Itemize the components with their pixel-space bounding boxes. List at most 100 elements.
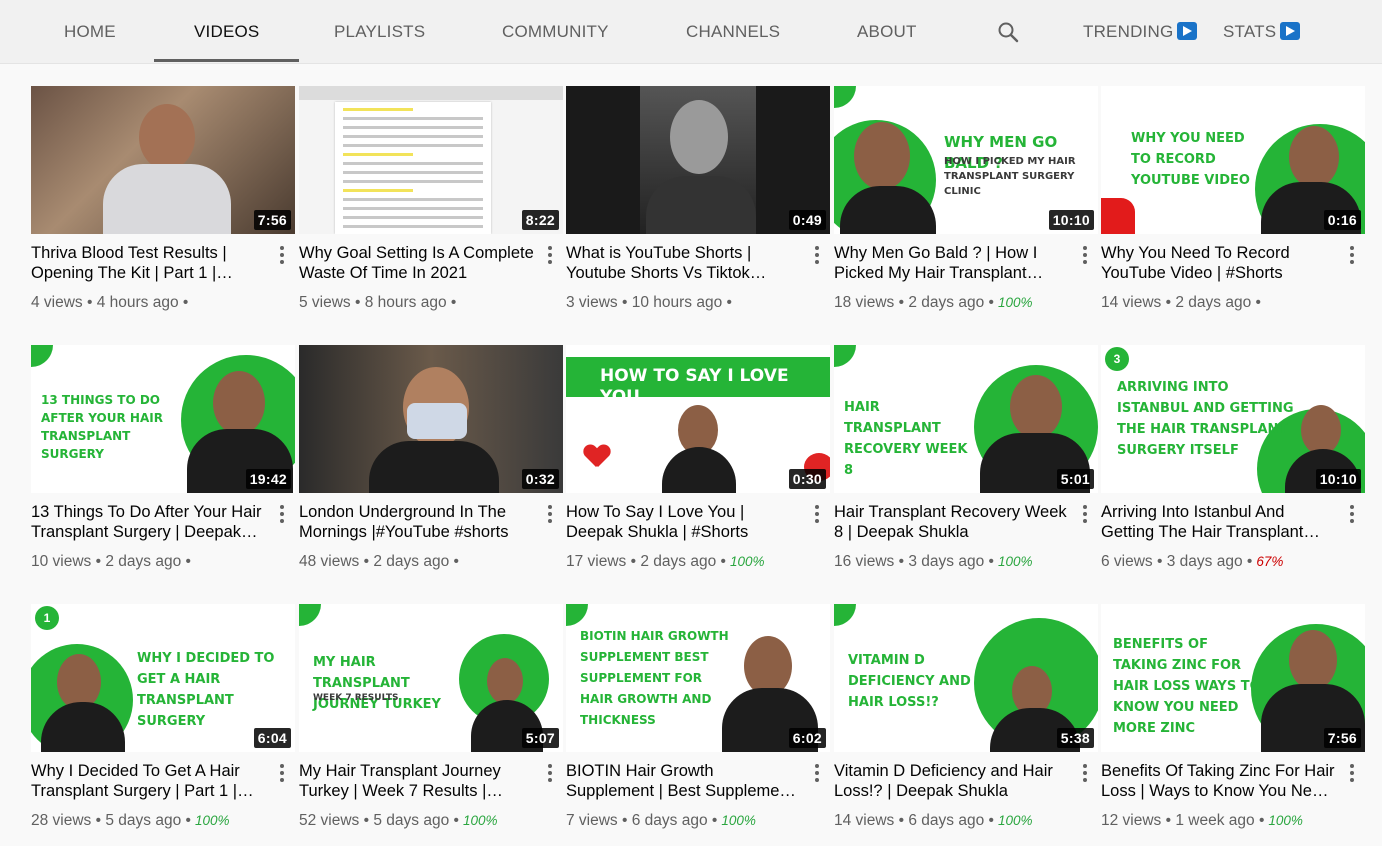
video-card: VITAMIN D DEFICIENCY AND HAIR LOSS!? 5:3… bbox=[834, 604, 1098, 844]
tab-channels[interactable]: CHANNELS bbox=[686, 0, 780, 64]
view-count: 4 views bbox=[31, 294, 83, 311]
more-actions-icon[interactable] bbox=[1078, 762, 1092, 784]
upload-age: 2 days ago bbox=[105, 553, 182, 570]
more-actions-icon[interactable] bbox=[1078, 503, 1092, 525]
video-title[interactable]: My Hair Transplant Journey Turkey | Week… bbox=[299, 761, 535, 801]
like-percent: 100% bbox=[997, 813, 1033, 828]
more-actions-icon[interactable] bbox=[275, 762, 289, 784]
youtube-logo-icon bbox=[1101, 198, 1135, 234]
video-title[interactable]: 13 Things To Do After Your Hair Transpla… bbox=[31, 502, 267, 542]
more-actions-icon[interactable] bbox=[543, 503, 557, 525]
video-card: 8:22 Why Goal Setting Is A Complete Wast… bbox=[299, 86, 563, 326]
tab-playlists[interactable]: PLAYLISTS bbox=[334, 0, 425, 64]
tab-stats[interactable]: STATS bbox=[1223, 0, 1301, 64]
view-count: 14 views bbox=[834, 812, 895, 829]
view-count: 6 views bbox=[1101, 553, 1153, 570]
video-meta: 48 views • 2 days ago • bbox=[299, 553, 459, 570]
more-actions-icon[interactable] bbox=[543, 244, 557, 266]
search-icon[interactable] bbox=[996, 20, 1020, 44]
thumbnail-text: BENEFITS OF TAKING ZINC FOR HAIR LOSS WA… bbox=[1113, 637, 1261, 736]
video-card: BIOTIN HAIR GROWTH SUPPLEMENT BEST SUPPL… bbox=[566, 604, 830, 844]
video-thumbnail[interactable]: 1 WHY I DECIDED TO GET A HAIR TRANSPLANT… bbox=[31, 604, 295, 752]
video-meta: 17 views • 2 days ago • 100% bbox=[566, 553, 765, 570]
tab-trending[interactable]: TRENDING bbox=[1083, 0, 1198, 64]
video-card: WHY MEN GO BALD ? HOW I PICKED MY HAIR T… bbox=[834, 86, 1098, 326]
video-title[interactable]: How To Say I Love You | Deepak Shukla | … bbox=[566, 502, 802, 542]
view-count: 10 views bbox=[31, 553, 92, 570]
video-thumbnail[interactable]: 8:22 bbox=[299, 86, 563, 234]
upload-age: 3 days ago bbox=[1166, 553, 1243, 570]
more-actions-icon[interactable] bbox=[275, 244, 289, 266]
tab-videos[interactable]: VIDEOS bbox=[153, 0, 301, 64]
video-title[interactable]: Arriving Into Istanbul And Getting The H… bbox=[1101, 502, 1337, 542]
more-actions-icon[interactable] bbox=[275, 503, 289, 525]
video-title[interactable]: London Underground In The Mornings |#You… bbox=[299, 502, 535, 542]
video-thumbnail[interactable]: 0:49 bbox=[566, 86, 830, 234]
video-meta: 7 views • 6 days ago • 100% bbox=[566, 812, 756, 829]
video-title[interactable]: Why I Decided To Get A Hair Transplant S… bbox=[31, 761, 267, 801]
video-duration: 7:56 bbox=[253, 210, 291, 230]
video-title[interactable]: Why Men Go Bald ? | How I Picked My Hair… bbox=[834, 243, 1070, 283]
episode-number: 3 bbox=[1105, 347, 1129, 371]
video-thumbnail[interactable]: MY HAIR TRANSPLANT JOURNEY TURKEY WEEK 7… bbox=[299, 604, 563, 752]
video-title[interactable]: Hair Transplant Recovery Week 8 | Deepak… bbox=[834, 502, 1070, 542]
video-duration: 19:42 bbox=[245, 469, 291, 489]
video-card: HOW TO SAY I LOVE YOU 0:30 How To Say I … bbox=[566, 345, 830, 585]
video-thumbnail[interactable]: 7:56 bbox=[31, 86, 295, 234]
like-percent: 100% bbox=[997, 554, 1033, 569]
tab-trending-label: TRENDING bbox=[1083, 22, 1174, 41]
more-actions-icon[interactable] bbox=[810, 244, 824, 266]
video-thumbnail[interactable]: HAIR TRANSPLANT RECOVERY WEEK 8 5:01 bbox=[834, 345, 1098, 493]
upload-age: 6 days ago bbox=[631, 812, 708, 829]
video-thumbnail[interactable]: 13 THINGS TO DO AFTER YOUR HAIR TRANSPLA… bbox=[31, 345, 295, 493]
video-title[interactable]: BIOTIN Hair Growth Supplement | Best Sup… bbox=[566, 761, 802, 801]
video-thumbnail[interactable]: HOW TO SAY I LOVE YOU 0:30 bbox=[566, 345, 830, 493]
video-meta: 10 views • 2 days ago • bbox=[31, 553, 191, 570]
video-title[interactable]: What is YouTube Shorts | Youtube Shorts … bbox=[566, 243, 802, 283]
video-meta: 6 views • 3 days ago • 67% bbox=[1101, 553, 1284, 570]
thumbnail-text: BIOTIN HAIR GROWTH SUPPLEMENT BEST SUPPL… bbox=[580, 629, 729, 727]
more-actions-icon[interactable] bbox=[1345, 503, 1359, 525]
tab-community[interactable]: COMMUNITY bbox=[502, 0, 609, 64]
video-thumbnail[interactable]: 3 ARRIVING INTO ISTANBUL AND GETTING THE… bbox=[1101, 345, 1365, 493]
like-percent: 100% bbox=[1268, 813, 1303, 828]
video-duration: 8:22 bbox=[521, 210, 559, 230]
play-badge-icon bbox=[1177, 22, 1198, 40]
video-thumbnail[interactable]: BIOTIN HAIR GROWTH SUPPLEMENT BEST SUPPL… bbox=[566, 604, 830, 752]
video-thumbnail[interactable]: BENEFITS OF TAKING ZINC FOR HAIR LOSS WA… bbox=[1101, 604, 1365, 752]
like-percent: 100% bbox=[997, 295, 1033, 310]
view-count: 17 views bbox=[566, 553, 627, 570]
video-meta: 5 views • 8 hours ago • bbox=[299, 294, 457, 311]
video-card: WHY YOU NEED TO RECORD YOUTUBE VIDEO 0:1… bbox=[1101, 86, 1365, 326]
video-title[interactable]: Why You Need To Record YouTube Video | #… bbox=[1101, 243, 1337, 283]
video-card: 0:49 What is YouTube Shorts | Youtube Sh… bbox=[566, 86, 830, 326]
video-meta: 14 views • 6 days ago • 100% bbox=[834, 812, 1033, 829]
tab-home[interactable]: HOME bbox=[64, 0, 116, 64]
more-actions-icon[interactable] bbox=[1078, 244, 1092, 266]
upload-age: 2 days ago bbox=[640, 553, 717, 570]
like-percent: 67% bbox=[1256, 554, 1284, 569]
video-title[interactable]: Why Goal Setting Is A Complete Waste Of … bbox=[299, 243, 535, 283]
video-title[interactable]: Vitamin D Deficiency and Hair Loss!? | D… bbox=[834, 761, 1070, 801]
upload-age: 5 days ago bbox=[373, 812, 450, 829]
video-duration: 6:02 bbox=[788, 728, 826, 748]
video-thumbnail[interactable]: VITAMIN D DEFICIENCY AND HAIR LOSS!? 5:3… bbox=[834, 604, 1098, 752]
video-thumbnail[interactable]: WHY YOU NEED TO RECORD YOUTUBE VIDEO 0:1… bbox=[1101, 86, 1365, 234]
video-card: 1 WHY I DECIDED TO GET A HAIR TRANSPLANT… bbox=[31, 604, 295, 844]
more-actions-icon[interactable] bbox=[543, 762, 557, 784]
tab-about[interactable]: ABOUT bbox=[857, 0, 917, 64]
more-actions-icon[interactable] bbox=[1345, 762, 1359, 784]
video-title[interactable]: Benefits Of Taking Zinc For Hair Loss | … bbox=[1101, 761, 1337, 801]
more-actions-icon[interactable] bbox=[810, 762, 824, 784]
video-meta: 12 views • 1 week ago • 100% bbox=[1101, 812, 1303, 829]
video-thumbnail[interactable]: 0:32 bbox=[299, 345, 563, 493]
video-meta: 52 views • 5 days ago • 100% bbox=[299, 812, 498, 829]
episode-number: 1 bbox=[35, 606, 59, 630]
video-title[interactable]: Thriva Blood Test Results | Opening The … bbox=[31, 243, 267, 283]
more-actions-icon[interactable] bbox=[1345, 244, 1359, 266]
video-thumbnail[interactable]: WHY MEN GO BALD ? HOW I PICKED MY HAIR T… bbox=[834, 86, 1098, 234]
video-card: HAIR TRANSPLANT RECOVERY WEEK 8 5:01 Hai… bbox=[834, 345, 1098, 585]
upload-age: 6 days ago bbox=[908, 812, 985, 829]
thumbnail-text: WHY YOU NEED TO RECORD YOUTUBE VIDEO bbox=[1131, 131, 1250, 188]
more-actions-icon[interactable] bbox=[810, 503, 824, 525]
